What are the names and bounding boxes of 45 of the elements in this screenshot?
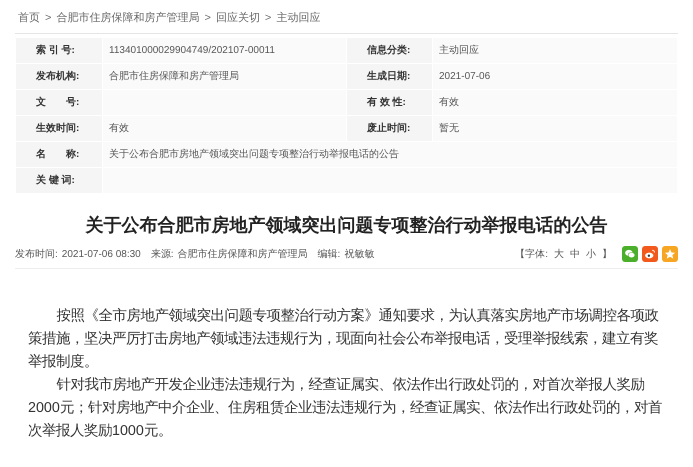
breadcrumb-separator: > [45,10,52,26]
field-label: 有 效 性: [346,90,432,116]
meta-label: 来源: [150,248,174,262]
field-value: 暂无 [432,116,678,142]
field-label: 发布机构: [16,64,102,90]
font-size-label: 【字体: [515,248,548,262]
field-value: 合肥市住房保障和房产管理局 [102,64,346,90]
breadcrumb-link[interactable]: 主动回应 [276,10,320,26]
font-size-link[interactable]: 大 [554,246,564,262]
field-label: 生成日期: [346,64,432,90]
star-icon [664,248,676,260]
field-value: 主动回应 [432,38,678,64]
breadcrumb-link[interactable]: 合肥市住房保障和房产管理局 [56,10,200,26]
share-star-button[interactable] [662,246,678,262]
field-label: 信息分类: [346,38,432,64]
breadcrumb-separator: > [264,10,272,26]
body-paragraph: 按照《全市房地产领域突出问题专项整治行动方案》通知要求，为认真落实房地产市场调控各项政策措施，坚决严厉打击房地产领域违法违规行为，现面向社会公布举报电话，受理举报线索，建立有奖举报制度。 [28,306,660,372]
field-label: 名 称: [16,142,102,168]
field-value: 关于公布合肥市房地产领域突出问题专项整治行动举报电话的公告 [102,142,678,168]
wechat-icon [624,248,636,260]
breadcrumb-separator: > [204,10,211,26]
field-label: 关 键 词: [16,168,102,194]
field-label: 生效时间: [16,116,102,142]
publish-date: 2021-07-06 08:30 [62,248,141,262]
share-weibo-button[interactable] [642,246,658,262]
meta-label: 编辑: [318,248,340,262]
share-wechat-button[interactable] [622,246,638,262]
breadcrumb-link[interactable]: 首页 [18,10,40,26]
source-name: 合肥市住房保障和房产管理局 [178,248,308,262]
field-value: 有效 [102,116,346,142]
meta-label: 发布时间: [15,248,58,262]
field-label: 文 号: [16,90,102,116]
field-label: 索 引 号: [16,38,102,64]
field-value: 113401000029904749/202107-00011 [102,38,346,64]
field-label: 废止时间: [346,116,432,142]
field-value: 有效 [432,90,678,116]
body-paragraph: 针对我市房地产开发企业违法违规行为，经查证属实、依法作出行政处罚的，对首次举报人奖励2000元；针对房地产中介企业、住房租赁企业违法违规行为，经查证属实、依法作出行政处罚的，对首次举报人奖励1000元。 [28,376,663,441]
font-size-link[interactable]: 中 [570,246,580,262]
article-title: 关于公布合肥市房地产领域突出问题专项整治行动举报电话的公告 [84,214,608,237]
field-value: 2021-07-06 [432,64,678,90]
weibo-icon [644,248,656,260]
breadcrumb-link[interactable]: 回应关切 [216,10,260,26]
bracket-text: 】 [602,248,612,262]
editor-name: 祝敏敏 [344,248,374,262]
font-size-link[interactable]: 小 [586,246,596,262]
